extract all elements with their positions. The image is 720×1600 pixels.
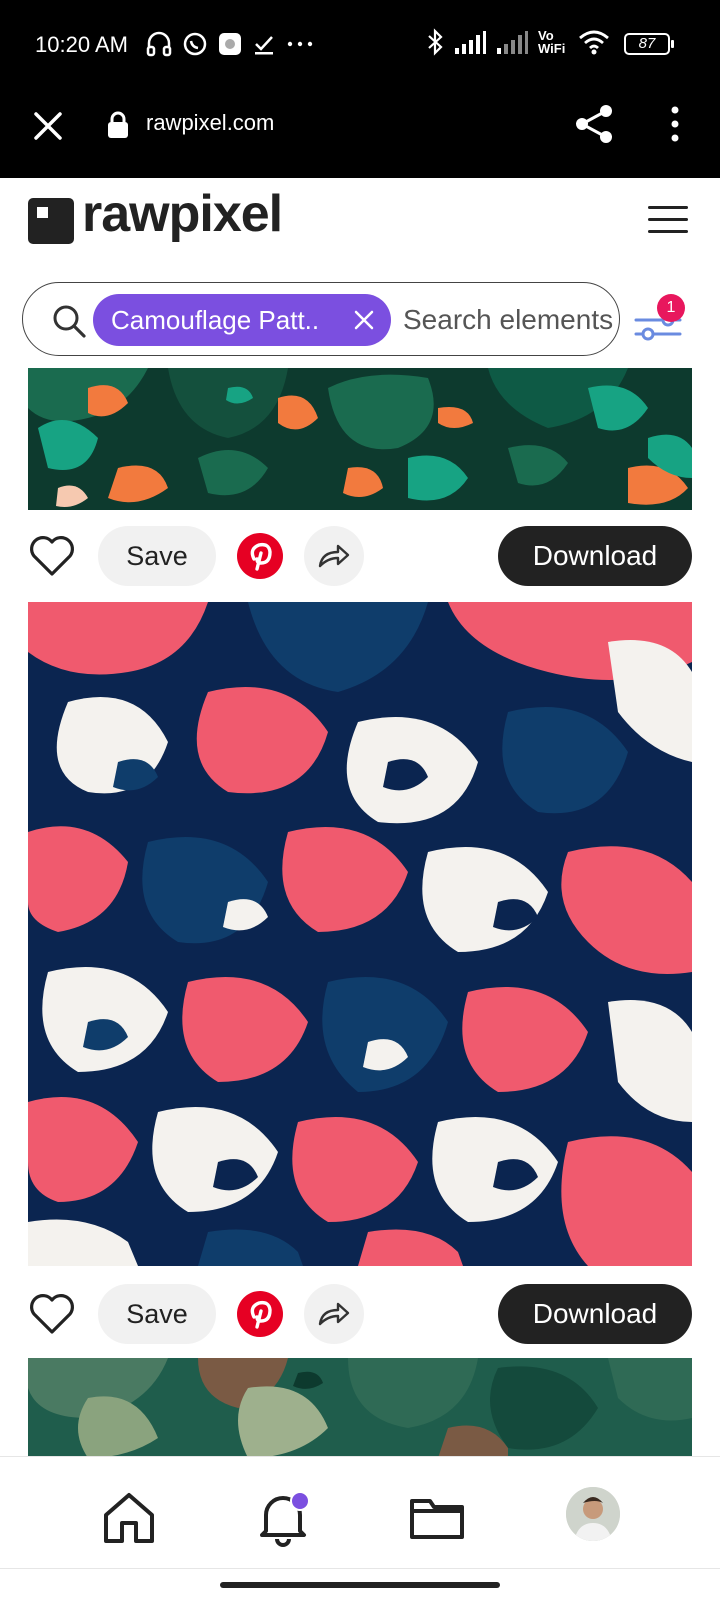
site-logo[interactable]: rawpixel	[82, 184, 283, 244]
download-button[interactable]: Download	[498, 526, 692, 586]
image-actions: Save Download	[28, 526, 692, 586]
pinterest-button[interactable]	[237, 533, 283, 579]
home-icon[interactable]	[100, 1489, 158, 1547]
more-dots-icon	[287, 41, 313, 47]
share-icon[interactable]	[572, 102, 616, 146]
menu-icon[interactable]	[648, 206, 688, 236]
save-button[interactable]: Save	[98, 1284, 216, 1344]
status-time: 10:20 AM	[35, 32, 128, 57]
notification-icons	[146, 30, 314, 58]
url-text[interactable]: rawpixel.com	[146, 110, 274, 136]
whatsapp-icon	[183, 32, 207, 56]
search-input[interactable]	[403, 297, 613, 343]
system-status-icons: Vo WiFi	[426, 28, 610, 56]
signal-icon	[455, 31, 486, 54]
heart-icon[interactable]	[28, 534, 76, 578]
site-header: rawpixel	[0, 178, 720, 268]
forward-icon	[318, 1302, 350, 1326]
heart-icon[interactable]	[28, 1292, 76, 1336]
pinterest-icon	[250, 542, 272, 571]
image-actions: Save Download	[28, 1284, 692, 1344]
home-gesture-bar[interactable]	[220, 1582, 500, 1588]
search-chip-label: Camouflage Patt..	[111, 305, 320, 335]
vowifi-label: Vo WiFi	[538, 28, 566, 56]
share-button[interactable]	[304, 526, 364, 586]
wifi-icon	[579, 30, 609, 55]
close-icon[interactable]	[28, 106, 68, 146]
battery-indicator: 87	[624, 33, 674, 55]
save-button[interactable]: Save	[98, 526, 216, 586]
signal-weak-icon	[497, 31, 528, 54]
gesture-area	[0, 1568, 720, 1600]
bluetooth-icon	[428, 28, 443, 56]
forward-icon	[318, 544, 350, 568]
bottom-navigation	[0, 1456, 720, 1568]
download-done-icon	[255, 36, 273, 55]
camouflage-image[interactable]	[28, 368, 692, 510]
camouflage-image[interactable]	[28, 1358, 692, 1458]
remove-chip-icon[interactable]	[353, 309, 375, 331]
browser-toolbar: rawpixel.com	[0, 88, 720, 178]
lock-icon	[108, 111, 128, 138]
folder-icon[interactable]	[408, 1489, 466, 1547]
more-vert-icon[interactable]	[660, 104, 690, 144]
search-chip[interactable]: Camouflage Patt..	[93, 294, 391, 346]
headphones-icon	[146, 31, 172, 57]
camouflage-image[interactable]	[28, 602, 692, 1266]
search-icon[interactable]	[51, 303, 87, 339]
pinterest-icon	[250, 1300, 272, 1329]
app-icon	[219, 33, 241, 55]
logo-mark[interactable]	[28, 198, 74, 244]
share-button[interactable]	[304, 1284, 364, 1344]
status-bar: 10:20 AM Vo WiFi 87	[0, 0, 720, 88]
avatar[interactable]	[566, 1487, 620, 1541]
notification-dot	[290, 1491, 310, 1511]
pinterest-button[interactable]	[237, 1291, 283, 1337]
download-button[interactable]: Download	[498, 1284, 692, 1344]
filter-count-badge: 1	[657, 294, 685, 322]
search-bar[interactable]: Camouflage Patt..	[22, 282, 620, 356]
